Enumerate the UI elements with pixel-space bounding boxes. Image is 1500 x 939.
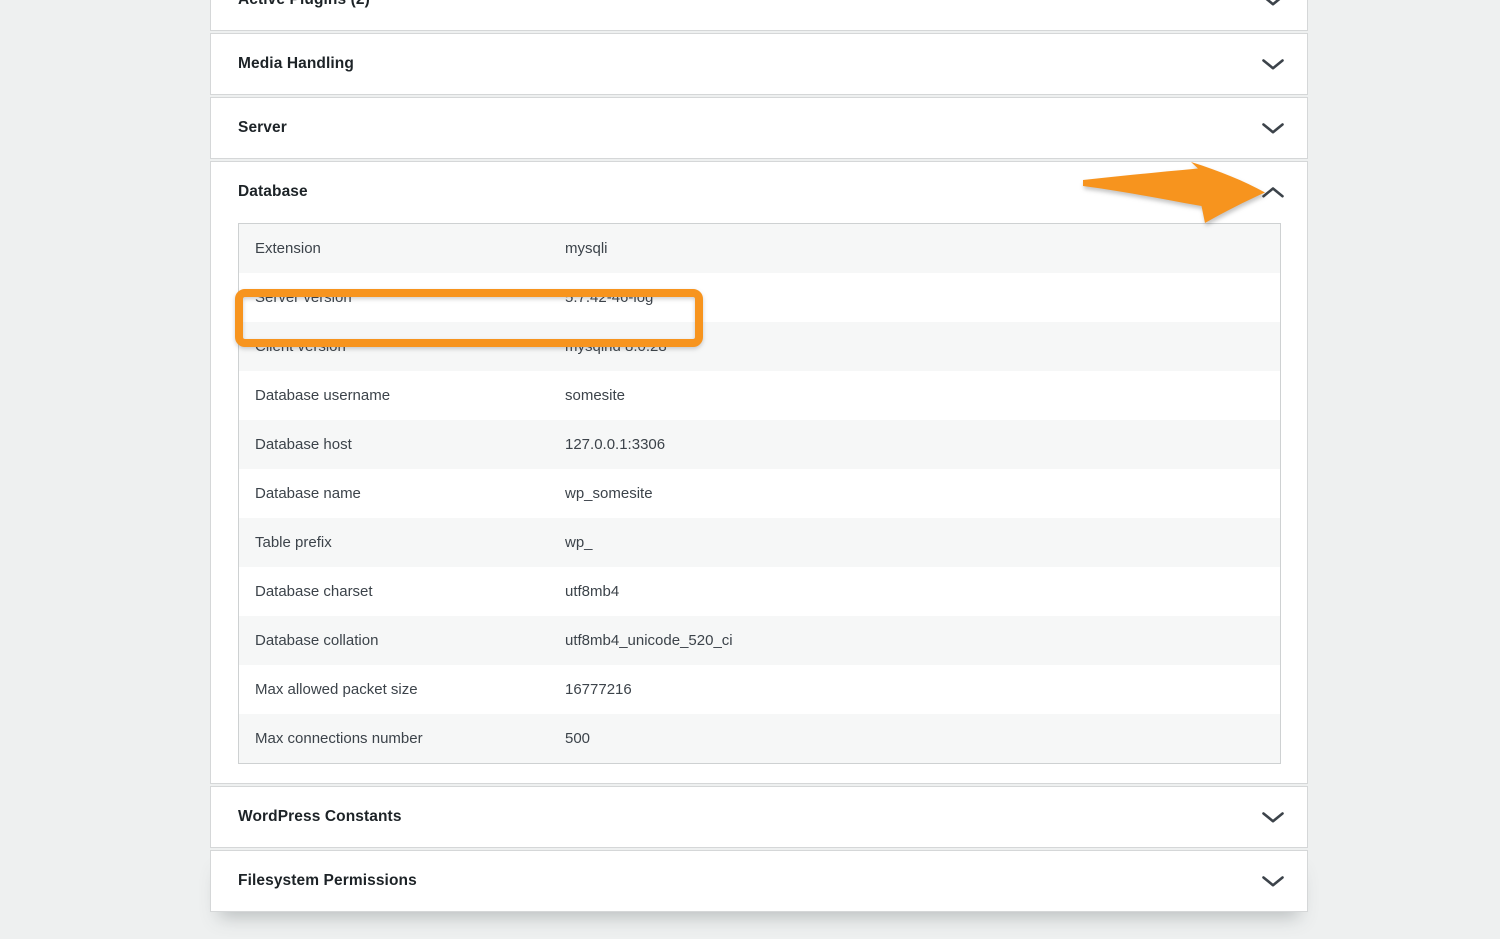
- table-row: Table prefix wp_: [239, 518, 1280, 567]
- section-wordpress-constants: WordPress Constants: [210, 786, 1308, 848]
- row-value: 5.7.42-46-log: [565, 289, 1280, 306]
- row-label: Extension: [239, 240, 565, 257]
- table-row: Max allowed packet size 16777216: [239, 665, 1280, 714]
- chevron-down-icon: [1262, 59, 1284, 70]
- section-filesystem-permissions: Filesystem Permissions: [210, 850, 1308, 912]
- section-header-filesystem-permissions[interactable]: Filesystem Permissions: [211, 851, 1307, 911]
- chevron-down-icon: [1262, 812, 1284, 823]
- row-value: mysqli: [565, 240, 1280, 257]
- row-label: Database collation: [239, 632, 565, 649]
- row-value: mysqlnd 8.0.28: [565, 338, 1280, 355]
- chevron-down-icon: [1262, 876, 1284, 887]
- row-label: Database host: [239, 436, 565, 453]
- table-row: Database host 127.0.0.1:3306: [239, 420, 1280, 469]
- table-row: Database name wp_somesite: [239, 469, 1280, 518]
- row-label: Database charset: [239, 583, 565, 600]
- section-active-plugins: Active Plugins (2): [210, 0, 1308, 31]
- section-header-database[interactable]: Database: [211, 162, 1307, 222]
- row-value: 127.0.0.1:3306: [565, 436, 1280, 453]
- row-label: Max connections number: [239, 730, 565, 747]
- chevron-down-icon: [1262, 123, 1284, 134]
- chevron-down-icon: [1262, 0, 1284, 6]
- section-header-active-plugins[interactable]: Active Plugins (2): [211, 0, 1307, 30]
- row-label: Max allowed packet size: [239, 681, 565, 698]
- database-info-table: Extension mysqli Server version 5.7.42-4…: [238, 223, 1281, 764]
- row-value: wp_somesite: [565, 485, 1280, 502]
- chevron-up-icon: [1262, 187, 1284, 198]
- section-title-active-plugins: Active Plugins (2): [238, 0, 370, 9]
- section-header-media-handling[interactable]: Media Handling: [211, 34, 1307, 94]
- table-row: Server version 5.7.42-46-log: [239, 273, 1280, 322]
- accordion-column: Active Plugins (2) Media Handling Server: [210, 0, 1308, 914]
- section-title-database: Database: [238, 183, 308, 201]
- table-row: Database collation utf8mb4_unicode_520_c…: [239, 616, 1280, 665]
- table-row: Client version mysqlnd 8.0.28: [239, 322, 1280, 371]
- table-row: Database username somesite: [239, 371, 1280, 420]
- row-value: 500: [565, 730, 1280, 747]
- section-title-media-handling: Media Handling: [238, 55, 354, 73]
- row-value: utf8mb4_unicode_520_ci: [565, 632, 1280, 649]
- table-row: Database charset utf8mb4: [239, 567, 1280, 616]
- row-value: utf8mb4: [565, 583, 1280, 600]
- row-label: Database name: [239, 485, 565, 502]
- row-value: wp_: [565, 534, 1280, 551]
- table-row: Max connections number 500: [239, 714, 1280, 763]
- row-label: Table prefix: [239, 534, 565, 551]
- section-database: Database Extension mysqli Server version…: [210, 161, 1308, 784]
- section-title-server: Server: [238, 119, 287, 137]
- row-value: somesite: [565, 387, 1280, 404]
- site-health-info-page: Active Plugins (2) Media Handling Server: [0, 0, 1500, 939]
- section-title-filesystem-permissions: Filesystem Permissions: [238, 872, 417, 890]
- section-header-server[interactable]: Server: [211, 98, 1307, 158]
- section-media-handling: Media Handling: [210, 33, 1308, 95]
- row-value: 16777216: [565, 681, 1280, 698]
- section-title-wordpress-constants: WordPress Constants: [238, 808, 402, 826]
- table-row: Extension mysqli: [239, 224, 1280, 273]
- row-label: Server version: [239, 289, 565, 306]
- row-label: Client version: [239, 338, 565, 355]
- section-server: Server: [210, 97, 1308, 159]
- row-label: Database username: [239, 387, 565, 404]
- section-header-wordpress-constants[interactable]: WordPress Constants: [211, 787, 1307, 847]
